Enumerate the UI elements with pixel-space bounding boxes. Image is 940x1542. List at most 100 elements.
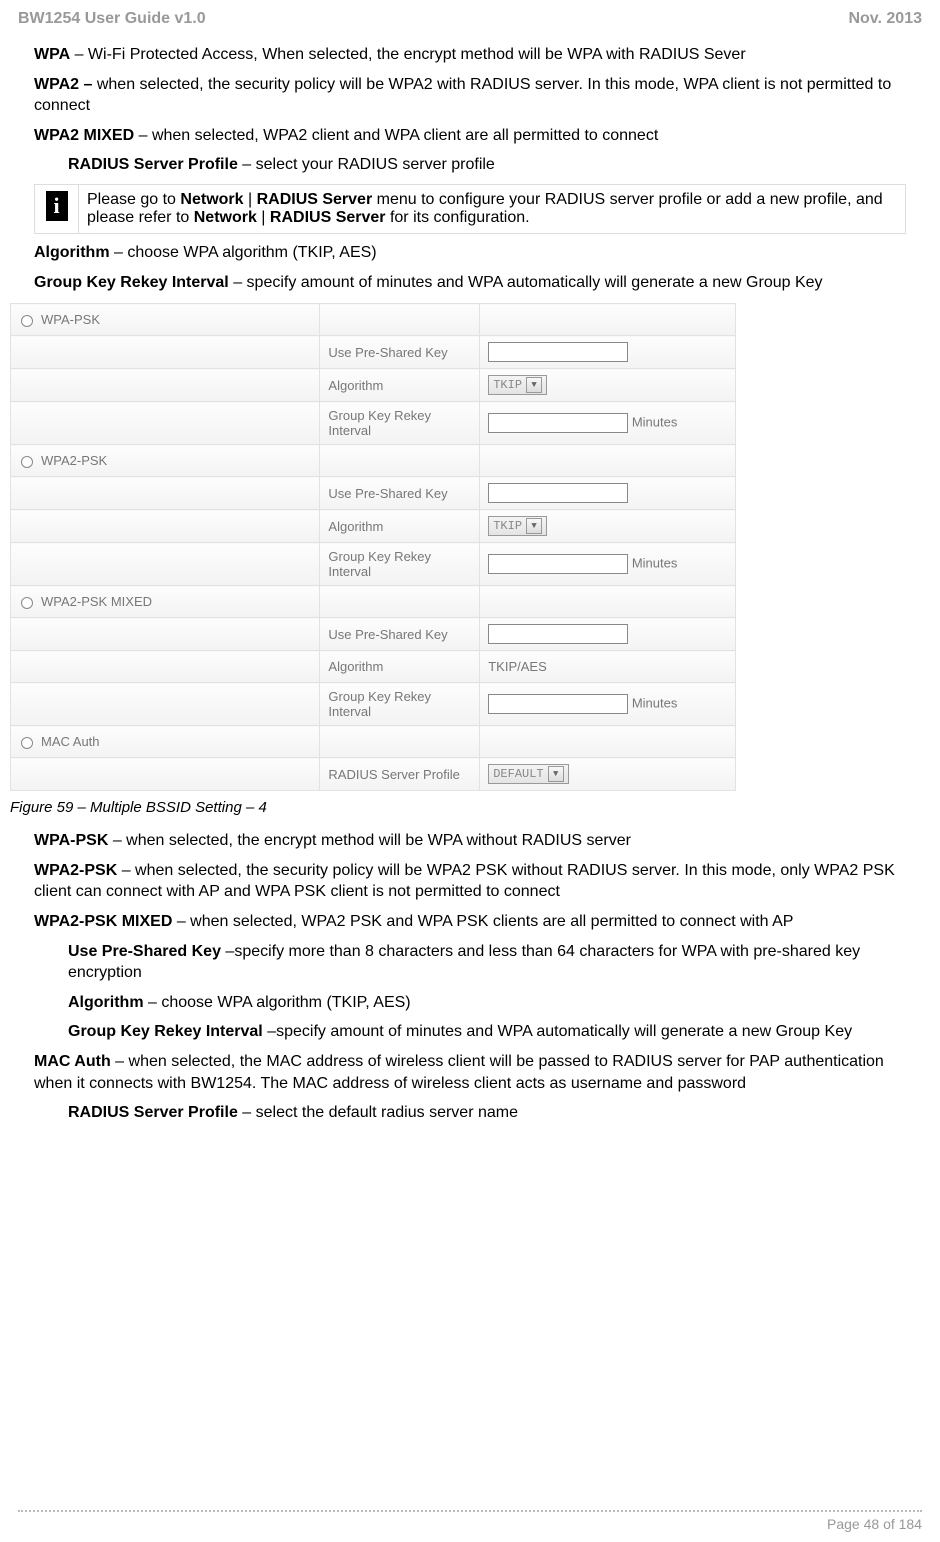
- chevron-down-icon: ▼: [526, 377, 542, 393]
- label-algorithm: Algorithm: [320, 651, 480, 683]
- info-icon-cell: i: [35, 184, 79, 233]
- doc-date: Nov. 2013: [848, 10, 922, 28]
- label-psk: Use Pre-Shared Key: [320, 618, 480, 651]
- label-radius-profile: RADIUS Server Profile: [320, 758, 480, 791]
- rekey-input[interactable]: [488, 554, 628, 574]
- para-mac-auth: MAC Auth – when selected, the MAC addres…: [34, 1051, 906, 1094]
- t: |: [257, 209, 270, 226]
- desc: – choose WPA algorithm (TKIP, AES): [110, 244, 377, 261]
- info-note: i Please go to Network | RADIUS Server m…: [34, 184, 906, 234]
- psk-input[interactable]: [488, 342, 628, 362]
- para-wpa2-psk: WPA2-PSK – when selected, the security p…: [34, 860, 906, 903]
- rekey-input[interactable]: [488, 694, 628, 714]
- para-radius-profile: RADIUS Server Profile – select your RADI…: [68, 154, 906, 176]
- t: RADIUS Server: [257, 191, 373, 208]
- para-use-psk: Use Pre-Shared Key –specify more than 8 …: [68, 941, 906, 984]
- term: Use Pre-Shared Key: [68, 943, 221, 960]
- algorithm-select[interactable]: TKIP ▼: [488, 516, 547, 536]
- algorithm-select[interactable]: TKIP ▼: [488, 375, 547, 395]
- radio-label: WPA-PSK: [41, 312, 100, 327]
- psk-input[interactable]: [488, 624, 628, 644]
- term: WPA-PSK: [34, 832, 108, 849]
- figure-screenshot: WPA-PSK Use Pre-Shared Key AlgorithmTKIP…: [10, 303, 906, 791]
- row-wpa2-psk-mixed: WPA2-PSK MIXED: [11, 586, 736, 618]
- select-value: TKIP: [493, 519, 522, 533]
- row-wpa-psk: WPA-PSK: [11, 304, 736, 336]
- radius-profile-select[interactable]: DEFAULT ▼: [488, 764, 568, 784]
- footer-divider: [18, 1510, 922, 1512]
- desc: – select the default radius server name: [238, 1104, 518, 1121]
- unit-minutes: Minutes: [632, 415, 678, 430]
- radio-label: WPA2-PSK MIXED: [41, 594, 152, 609]
- para-wpa: WPA – Wi-Fi Protected Access, When selec…: [34, 44, 906, 66]
- desc: – choose WPA algorithm (TKIP, AES): [144, 994, 411, 1011]
- para-wpa2: WPA2 – when selected, the security polic…: [34, 74, 906, 117]
- term: Group Key Rekey Interval: [68, 1023, 263, 1040]
- t: |: [244, 191, 257, 208]
- t: Network: [194, 209, 257, 226]
- unit-minutes: Minutes: [632, 696, 678, 711]
- label-psk: Use Pre-Shared Key: [320, 477, 480, 510]
- para-wpa2-mixed: WPA2 MIXED – when selected, WPA2 client …: [34, 125, 906, 147]
- figure-caption: Figure 59 – Multiple BSSID Setting – 4: [10, 799, 906, 816]
- desc: – specify amount of minutes and WPA auto…: [229, 274, 823, 291]
- para-algorithm: Algorithm – choose WPA algorithm (TKIP, …: [34, 242, 906, 264]
- label-psk: Use Pre-Shared Key: [320, 336, 480, 369]
- radio-label: WPA2-PSK: [41, 453, 107, 468]
- page-header: BW1254 User Guide v1.0 Nov. 2013: [0, 0, 940, 34]
- page-footer: Page 48 of 184: [0, 1510, 940, 1542]
- unit-minutes: Minutes: [632, 556, 678, 571]
- config-table: WPA-PSK Use Pre-Shared Key AlgorithmTKIP…: [10, 303, 736, 791]
- para-wpa2-psk-mixed: WPA2-PSK MIXED – when selected, WPA2 PSK…: [34, 911, 906, 933]
- term: WPA2 –: [34, 76, 92, 93]
- page-content: WPA – Wi-Fi Protected Access, When selec…: [0, 34, 940, 1124]
- term: WPA2 MIXED: [34, 127, 134, 144]
- label-algorithm: Algorithm: [320, 510, 480, 543]
- algorithm-value: TKIP/AES: [480, 651, 736, 683]
- t: for its configuration.: [386, 209, 530, 226]
- radio-label: MAC Auth: [41, 734, 100, 749]
- t: Network: [180, 191, 243, 208]
- label-rekey: Group Key Rekey Interval: [320, 543, 480, 586]
- radio-icon[interactable]: [21, 315, 33, 327]
- info-text: Please go to Network | RADIUS Server men…: [79, 184, 906, 233]
- term: WPA2-PSK MIXED: [34, 913, 172, 930]
- t: RADIUS Server: [270, 209, 386, 226]
- chevron-down-icon: ▼: [548, 766, 564, 782]
- desc: – select your RADIUS server profile: [238, 156, 495, 173]
- rekey-input[interactable]: [488, 413, 628, 433]
- para-group-key-2: Group Key Rekey Interval –specify amount…: [68, 1021, 906, 1043]
- radio-icon[interactable]: [21, 456, 33, 468]
- row-wpa2-psk: WPA2-PSK: [11, 445, 736, 477]
- desc: –specify amount of minutes and WPA autom…: [263, 1023, 852, 1040]
- chevron-down-icon: ▼: [526, 518, 542, 534]
- term: WPA2-PSK: [34, 862, 117, 879]
- doc-title: BW1254 User Guide v1.0: [18, 10, 206, 28]
- term: WPA: [34, 46, 70, 63]
- desc: – when selected, the encrypt method will…: [108, 832, 631, 849]
- row-mac-auth: MAC Auth: [11, 726, 736, 758]
- psk-input[interactable]: [488, 483, 628, 503]
- term: Group Key Rekey Interval: [34, 274, 229, 291]
- label-algorithm: Algorithm: [320, 369, 480, 402]
- desc: – Wi-Fi Protected Access, When selected,…: [70, 46, 746, 63]
- desc: – when selected, WPA2 client and WPA cli…: [134, 127, 658, 144]
- select-value: DEFAULT: [493, 767, 543, 781]
- desc: – when selected, the security policy wil…: [34, 862, 895, 901]
- t: Please go to: [87, 191, 180, 208]
- desc: when selected, the security policy will …: [34, 76, 891, 115]
- para-group-key: Group Key Rekey Interval – specify amoun…: [34, 272, 906, 294]
- radio-icon[interactable]: [21, 737, 33, 749]
- info-icon: i: [46, 191, 68, 221]
- term: Algorithm: [68, 994, 144, 1011]
- label-rekey: Group Key Rekey Interval: [320, 402, 480, 445]
- radio-icon[interactable]: [21, 597, 33, 609]
- para-wpa-psk: WPA-PSK – when selected, the encrypt met…: [34, 830, 906, 852]
- select-value: TKIP: [493, 378, 522, 392]
- term: Algorithm: [34, 244, 110, 261]
- desc: – when selected, WPA2 PSK and WPA PSK cl…: [172, 913, 793, 930]
- term: RADIUS Server Profile: [68, 1104, 238, 1121]
- para-radius-profile-2: RADIUS Server Profile – select the defau…: [68, 1102, 906, 1124]
- term: MAC Auth: [34, 1053, 111, 1070]
- desc: – when selected, the MAC address of wire…: [34, 1053, 884, 1092]
